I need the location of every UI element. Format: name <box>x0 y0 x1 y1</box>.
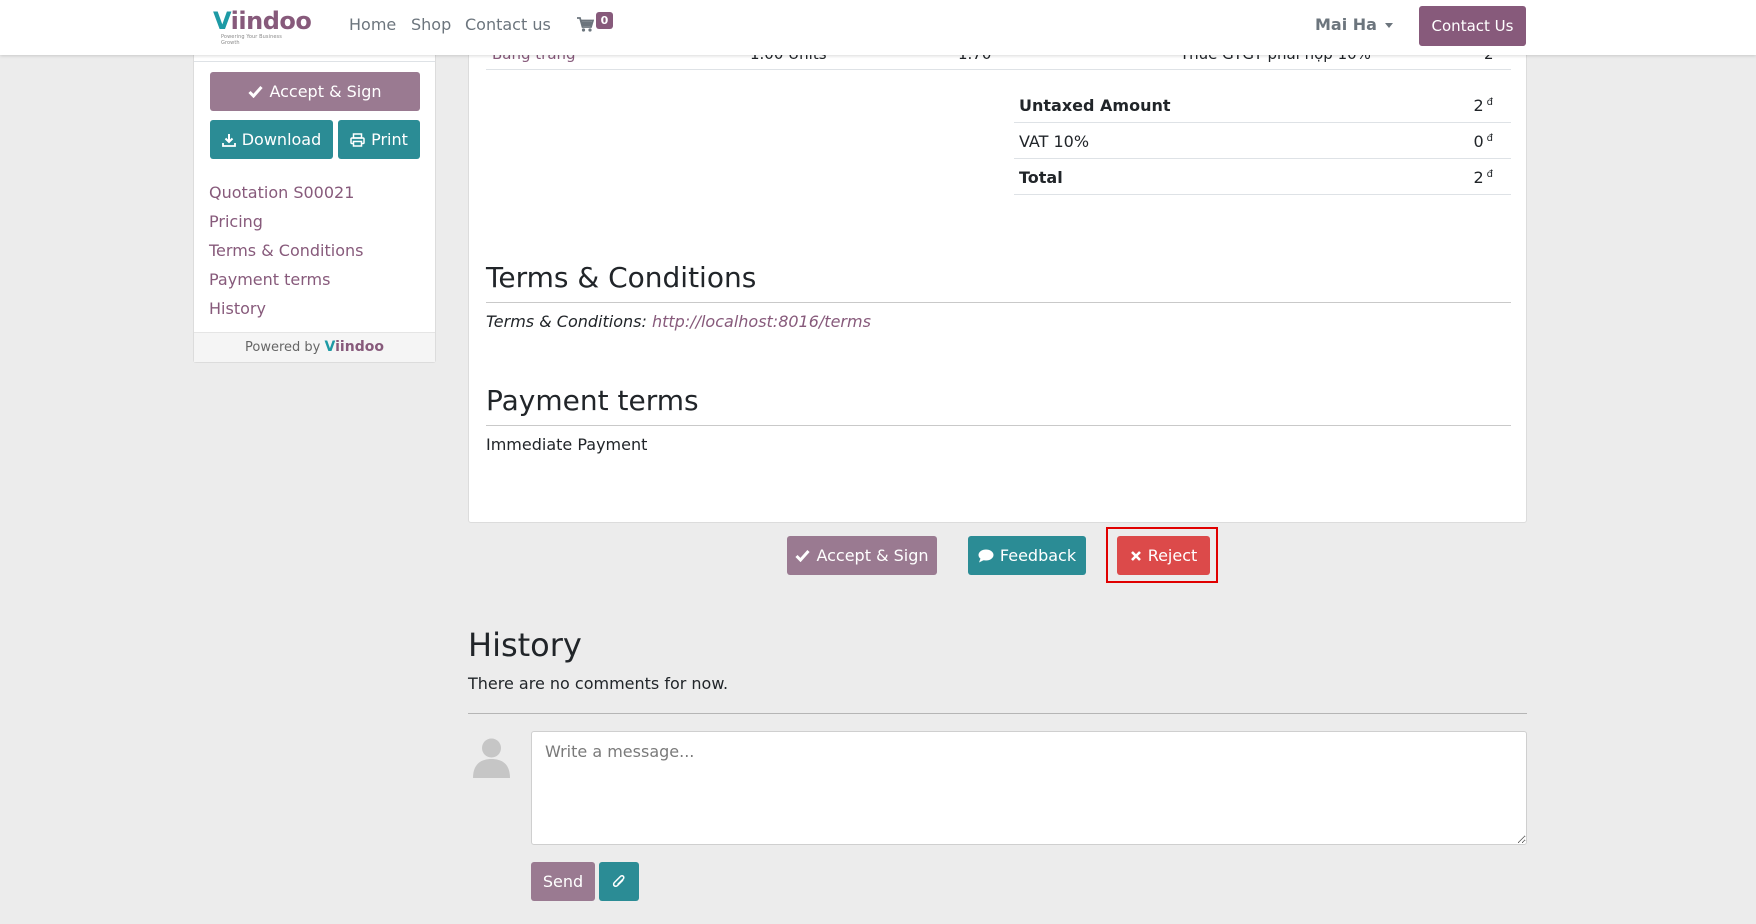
sidebar-link-pricing[interactable]: Pricing <box>209 212 263 232</box>
contact-us-button[interactable]: Contact Us <box>1419 6 1526 46</box>
powered-by-footer: Powered by Viindoo <box>194 332 435 362</box>
message-input[interactable] <box>531 731 1527 845</box>
download-icon <box>221 133 236 147</box>
feedback-button[interactable]: Feedback <box>968 536 1086 575</box>
nav-link-contact[interactable]: Contact us <box>465 15 551 34</box>
vat-row: VAT 10% 0đ <box>1014 123 1511 159</box>
total-row: Total 2đ <box>1014 159 1511 195</box>
print-icon <box>350 132 365 147</box>
quotation-content-card: Băng trắng 1.00 Units 1.70 Thuế GTGT phả… <box>468 42 1527 523</box>
terms-section-title: Terms & Conditions <box>486 261 1511 303</box>
nav-link-shop[interactable]: Shop <box>411 15 451 34</box>
sidebar-divider <box>194 61 435 62</box>
history-divider <box>468 713 1527 714</box>
user-menu-dropdown[interactable]: Mai Ha <box>1315 15 1393 34</box>
terms-link[interactable]: http://localhost:8016/terms <box>652 312 871 331</box>
history-title: History <box>468 626 582 664</box>
terms-text: Terms & Conditions: http://localhost:801… <box>486 312 871 331</box>
top-navbar: Viindoo Powering Your Business Growth Ho… <box>0 0 1756 55</box>
attach-file-button[interactable] <box>599 862 639 901</box>
order-line-divider <box>486 69 1511 70</box>
shopping-cart-icon[interactable] <box>577 17 595 36</box>
sidebar-link-quotation[interactable]: Quotation S00021 <box>209 183 354 203</box>
download-button[interactable]: Download <box>210 120 333 159</box>
user-placeholder-icon <box>468 731 515 778</box>
caret-down-icon <box>1384 23 1393 28</box>
cart-count-badge: 0 <box>596 12 613 29</box>
check-icon <box>248 86 264 98</box>
nav-link-home[interactable]: Home <box>349 15 396 34</box>
sidebar-link-terms[interactable]: Terms & Conditions <box>209 241 363 261</box>
history-empty-message: There are no comments for now. <box>468 674 729 693</box>
payment-terms-value: Immediate Payment <box>486 435 648 454</box>
check-icon <box>795 550 811 562</box>
avatar <box>468 731 515 778</box>
powered-by-logo[interactable]: Viindoo <box>325 339 384 355</box>
close-icon <box>1130 550 1141 561</box>
payment-terms-section-title: Payment terms <box>486 384 1511 426</box>
logo-tagline: Powering Your Business Growth <box>221 34 282 46</box>
viindoo-logo[interactable]: Viindoo Powering Your Business Growth <box>213 8 312 46</box>
sidebar-link-history[interactable]: History <box>209 299 266 319</box>
print-button[interactable]: Print <box>338 120 420 159</box>
sidebar-link-payment-terms[interactable]: Payment terms <box>209 270 330 290</box>
reject-button[interactable]: Reject <box>1117 536 1210 575</box>
accept-sign-button[interactable]: Accept & Sign <box>787 536 937 575</box>
untaxed-amount-row: Untaxed Amount 2đ <box>1014 87 1511 123</box>
sidebar-accept-sign-button[interactable]: Accept & Sign <box>210 72 420 111</box>
comment-icon <box>978 549 994 562</box>
paperclip-icon <box>612 874 625 887</box>
quotation-sidebar: Accept & Sign Download Print Quotation S… <box>193 55 436 363</box>
user-name: Mai Ha <box>1315 15 1377 34</box>
send-button[interactable]: Send <box>531 862 595 901</box>
